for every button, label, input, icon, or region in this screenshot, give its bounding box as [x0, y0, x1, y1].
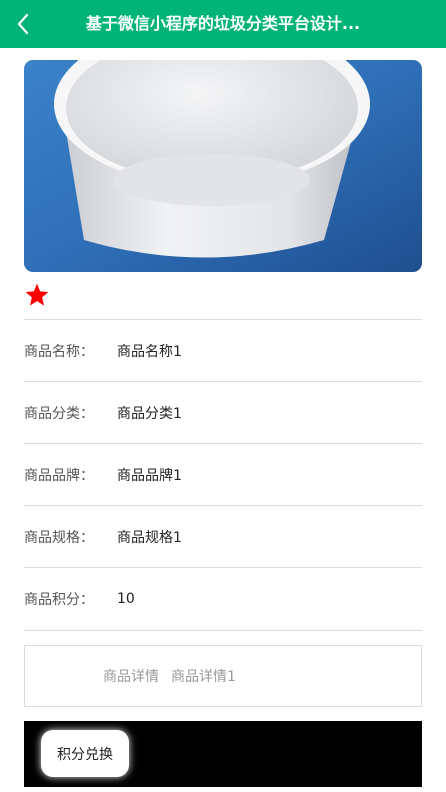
product-detail-value: 商品详情1 — [171, 669, 236, 685]
product-points-value: 10 — [117, 591, 135, 607]
product-brand-value: 商品品牌1 — [117, 467, 182, 484]
product-brand-row: 商品品牌： 商品品牌1 — [24, 444, 422, 506]
chevron-left-icon — [17, 13, 29, 35]
back-button[interactable] — [8, 8, 38, 40]
points-exchange-button[interactable]: 积分兑换 — [41, 730, 129, 777]
product-name-label: 商品名称： — [24, 343, 94, 360]
product-spec-value: 商品规格1 — [117, 529, 182, 546]
product-category-label: 商品分类： — [24, 405, 94, 422]
top-navbar: 基于微信小程序的垃圾分类平台设计... — [0, 0, 446, 48]
product-image — [24, 60, 422, 272]
product-brand-label: 商品品牌： — [24, 467, 94, 484]
product-detail: 商品名称： 商品名称1 商品分类： 商品分类1 商品品牌： 商品品牌1 商品规格… — [24, 60, 422, 787]
product-points-label: 商品积分： — [24, 592, 94, 608]
product-category-row: 商品分类： 商品分类1 — [24, 382, 422, 444]
page-title: 基于微信小程序的垃圾分类平台设计... — [85, 14, 361, 33]
product-spec-row: 商品规格： 商品规格1 — [24, 506, 422, 568]
product-points-row: 商品积分： 10 — [24, 568, 422, 631]
product-spec-label: 商品规格： — [24, 529, 94, 546]
product-name-row: 商品名称： 商品名称1 — [24, 320, 422, 382]
product-category-value: 商品分类1 — [117, 405, 182, 422]
star-icon[interactable] — [24, 282, 50, 308]
product-detail-label: 商品详情 — [103, 669, 159, 685]
product-name-value: 商品名称1 — [117, 343, 182, 360]
bottom-action-bar: 积分兑换 — [24, 721, 422, 787]
favorite-row — [24, 272, 422, 320]
product-detail-box: 商品详情 商品详情1 — [24, 645, 422, 707]
